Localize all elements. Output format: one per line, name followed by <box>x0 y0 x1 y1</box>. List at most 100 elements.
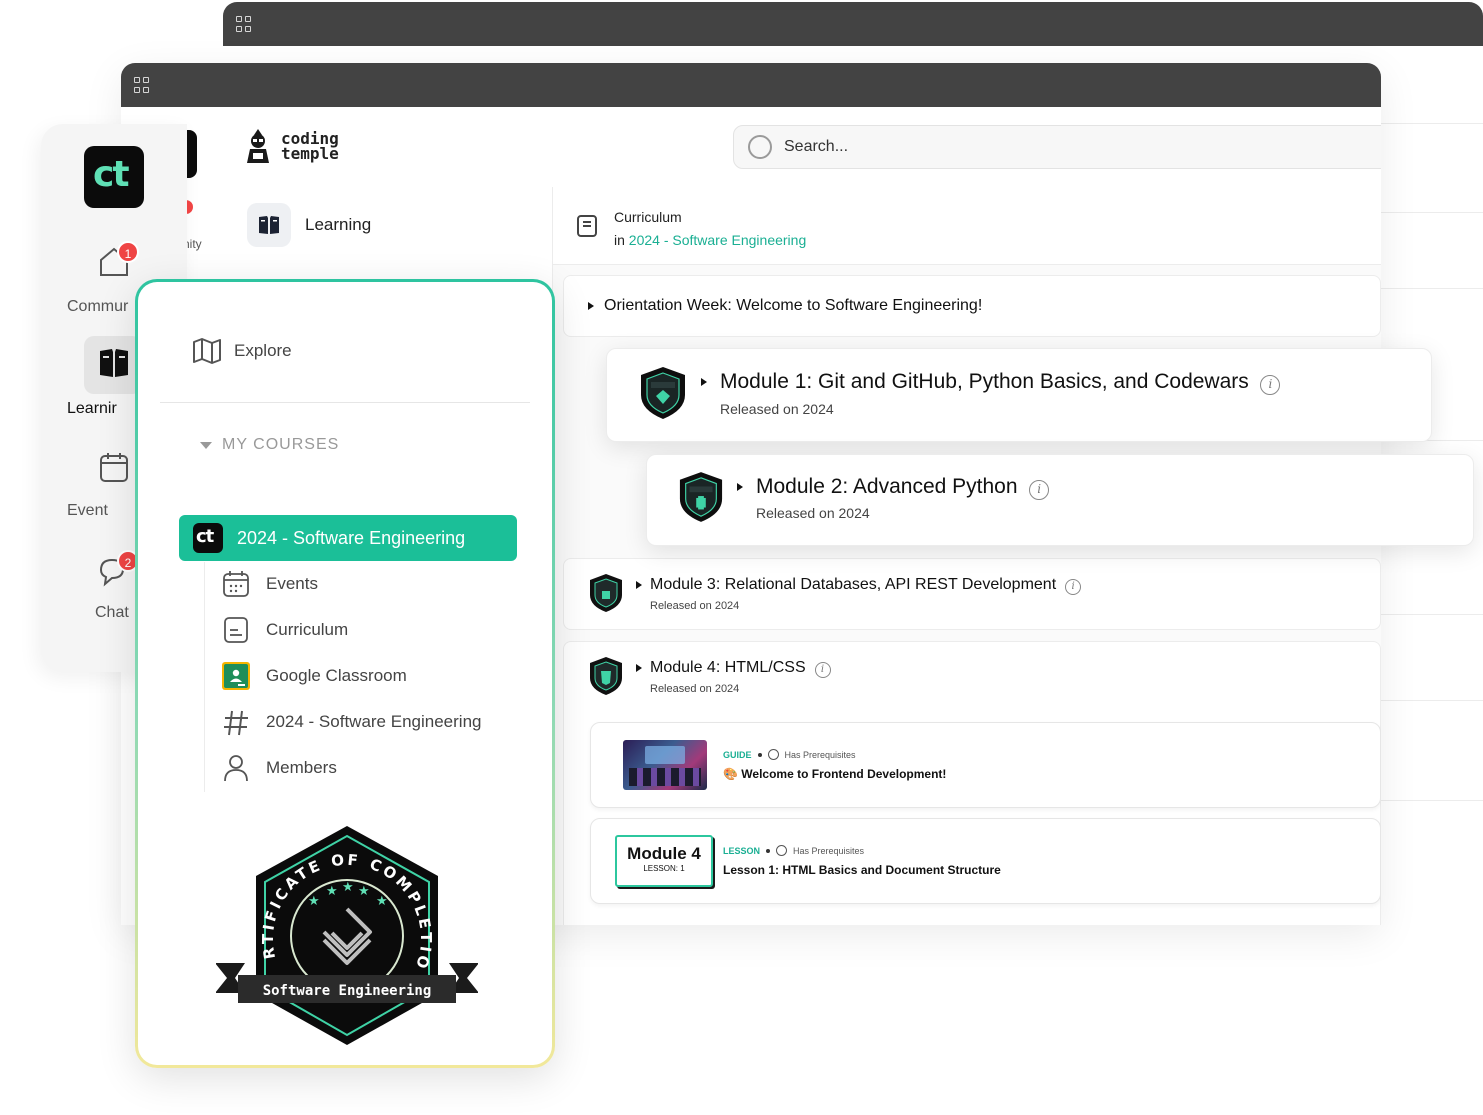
course-subnav-members[interactable]: Members <box>222 754 337 782</box>
module-release-date: Released on 2024 <box>650 600 740 612</box>
module-release-date: Released on 2024 <box>650 683 740 695</box>
rail-item-label: Chat <box>95 604 129 621</box>
expand-caret-icon[interactable] <box>588 302 594 310</box>
info-icon[interactable]: i <box>1260 375 1281 395</box>
info-icon[interactable]: i <box>1065 579 1082 595</box>
document-icon <box>224 617 248 643</box>
divider <box>160 402 530 403</box>
subnav-label: Google Classroom <box>266 666 407 685</box>
user-icon <box>224 755 248 782</box>
star-icon: ★ <box>308 893 320 908</box>
my-courses-label: MY COURSES <box>222 436 340 453</box>
expand-caret-icon[interactable] <box>636 664 642 672</box>
background-rail-peek: nity <box>187 124 207 284</box>
chevron-down-icon <box>200 441 212 449</box>
module-title-text: Module 1: Git and GitHub, Python Basics,… <box>720 370 1249 393</box>
lesson-card-lesson[interactable]: Module 4 LESSON: 1 LESSON Has Prerequisi… <box>590 818 1381 904</box>
thumbnail-detail <box>645 746 685 764</box>
guide-thumbnail-image <box>623 740 707 790</box>
document-icon <box>577 215 597 237</box>
ct-logo-text: ct <box>93 154 130 195</box>
course-panel: Explore MY COURSES ct 2024 - Software En… <box>135 279 555 1068</box>
thumbnail-detail <box>629 768 701 786</box>
background-notification-dot <box>187 200 193 214</box>
star-icon: ★ <box>342 879 354 894</box>
calendar-icon <box>100 453 128 482</box>
breadcrumb-course: in 2024 - Software Engineering <box>614 232 806 248</box>
palette-emoji-icon: 🎨 <box>723 767 738 781</box>
breadcrumb: Curriculum in 2024 - Software Engineerin… <box>553 187 1381 265</box>
coding-temple-logo[interactable]: coding temple <box>243 127 339 165</box>
expand-caret-icon[interactable] <box>636 581 642 589</box>
book-icon <box>100 349 128 377</box>
hash-icon <box>224 710 248 736</box>
apps-grid-icon[interactable] <box>236 16 252 32</box>
lesson-kind-label: LESSON <box>723 845 761 856</box>
lesson-title-text: Welcome to Frontend Development! <box>741 767 947 781</box>
subnav-rail <box>204 562 205 792</box>
map-icon <box>193 338 221 364</box>
expand-caret-icon[interactable] <box>737 483 743 491</box>
course-subnav-google-classroom[interactable]: Google Classroom <box>222 662 407 690</box>
module-row-3[interactable]: Module 3: Relational Databases, API REST… <box>563 558 1381 630</box>
course-item-active[interactable]: ct 2024 - Software Engineering <box>179 515 517 561</box>
notification-badge: 1 <box>117 241 139 263</box>
explore-link[interactable]: Explore <box>192 338 292 364</box>
breadcrumb-course-link[interactable]: 2024 - Software Engineering <box>629 232 806 248</box>
lesson-card-guide[interactable]: GUIDE Has Prerequisites 🎨 Welcome to Fro… <box>590 722 1381 808</box>
learning-section-header[interactable]: Learning <box>247 203 371 247</box>
subnav-label: 2024 - Software Engineering <box>266 712 482 731</box>
rail-item-label: Learnir <box>67 400 117 417</box>
star-icon: ★ <box>326 883 338 898</box>
prerequisites-label: Has Prerequisites <box>784 749 856 760</box>
certificate-badge: CERTIFICATE OF COMPLETION ★ ★ ★ ★ ★ Soft… <box>216 823 478 1045</box>
learning-label: Learning <box>305 215 372 234</box>
ct-logo-icon: ct <box>193 523 223 553</box>
background-window-row-divider <box>1381 212 1483 213</box>
thumbnail-title: Module 4 <box>627 844 701 863</box>
module-title-text: Module 3: Relational Databases, API REST… <box>650 576 1057 593</box>
rail-item-label: Event <box>67 502 108 519</box>
certificate-ribbon-text: Software Engineering <box>263 983 432 999</box>
module-title: Module 2: Advanced Python i <box>756 475 1050 500</box>
apps-grid-icon[interactable] <box>134 77 150 93</box>
search-icon <box>748 135 772 159</box>
brand-line-2: temple <box>281 144 339 163</box>
course-subnav-channel[interactable]: 2024 - Software Engineering <box>222 708 481 736</box>
page-title: Curriculum <box>614 209 682 225</box>
background-rail-label: nity <box>187 237 202 251</box>
my-courses-toggle[interactable]: MY COURSES <box>200 436 339 454</box>
search-bar[interactable] <box>733 125 1381 169</box>
prerequisites-label: Has Prerequisites <box>793 845 865 856</box>
app-header: coding temple <box>121 107 1381 187</box>
orientation-week-row[interactable]: Orientation Week: Welcome to Software En… <box>563 275 1381 337</box>
main-window-titlebar <box>121 63 1381 107</box>
search-input[interactable] <box>784 138 1284 156</box>
module-shield-badge-icon <box>590 574 622 612</box>
lock-icon <box>776 845 788 856</box>
module-title: Module 3: Relational Databases, API REST… <box>650 576 1082 595</box>
expand-caret-icon[interactable] <box>701 378 707 386</box>
info-icon[interactable]: i <box>1029 480 1050 500</box>
background-window-row-divider <box>1381 800 1483 801</box>
background-window-row-divider <box>1381 700 1483 701</box>
module-shield-badge-icon <box>679 472 723 522</box>
subnav-label: Members <box>266 758 337 777</box>
curriculum-content: Curriculum in 2024 - Software Engineerin… <box>553 187 1381 925</box>
rail-item-label: Commur <box>67 298 129 315</box>
info-icon[interactable]: i <box>814 662 831 678</box>
subnav-label: Events <box>266 574 318 593</box>
module-card-2[interactable]: Module 2: Advanced Python i Released on … <box>646 454 1474 546</box>
course-subnav-events[interactable]: Events <box>222 570 318 598</box>
course-panel-inner: Explore MY COURSES ct 2024 - Software En… <box>138 282 552 1065</box>
module-title: Module 1: Git and GitHub, Python Basics,… <box>720 370 1281 395</box>
explore-label: Explore <box>234 341 292 360</box>
module-title: Module 4: HTML/CSS i <box>650 659 831 678</box>
calendar-icon <box>223 571 249 597</box>
ct-logo[interactable]: ct <box>84 146 144 208</box>
google-classroom-icon <box>222 662 250 690</box>
module-card-1[interactable]: Module 1: Git and GitHub, Python Basics,… <box>606 348 1432 442</box>
background-window-row-divider <box>1381 614 1483 615</box>
lesson-title: Lesson 1: HTML Basics and Document Struc… <box>723 863 1001 877</box>
course-subnav-curriculum[interactable]: Curriculum <box>222 616 348 644</box>
